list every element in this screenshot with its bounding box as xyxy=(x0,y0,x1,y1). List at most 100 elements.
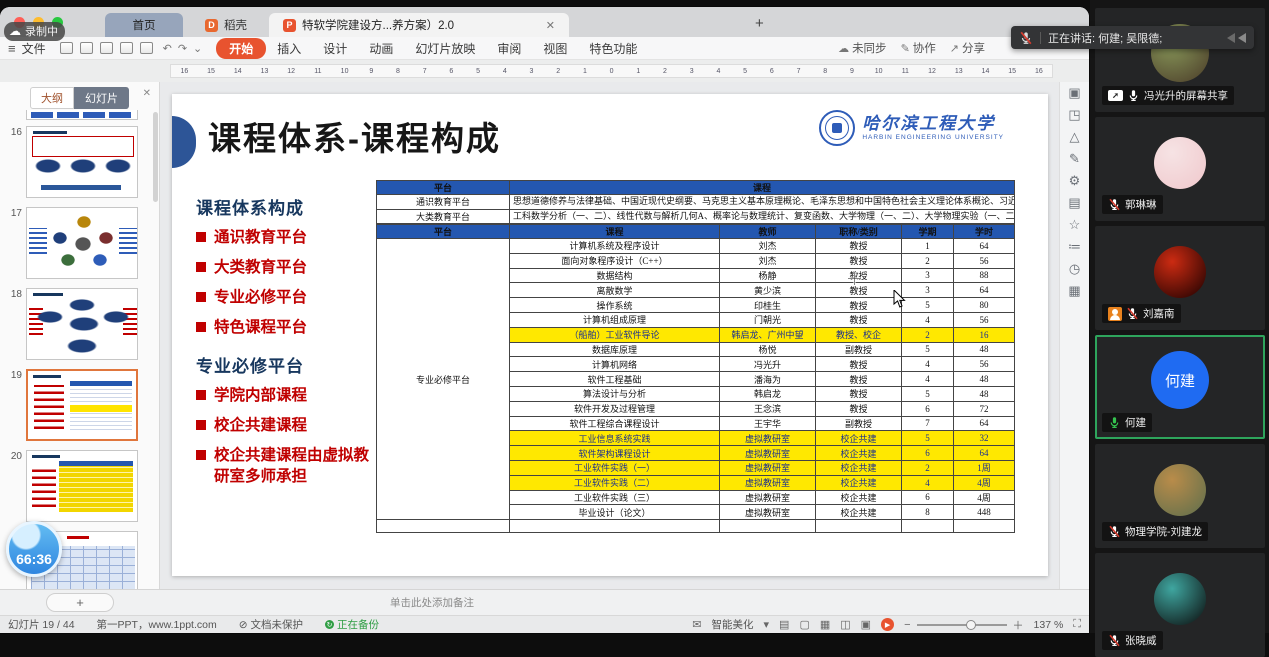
notes-placeholder[interactable]: 单击此处添加备注 xyxy=(390,595,474,610)
thumbnail-preview xyxy=(27,289,137,359)
slide-thumbnail-20[interactable] xyxy=(26,450,138,522)
slide-thumbnail-18[interactable] xyxy=(26,288,138,360)
zoom-out-icon[interactable]: − xyxy=(904,619,910,631)
term-cell: 7 xyxy=(902,416,954,431)
participant-tile-1[interactable]: ➚冯光升的屏幕共享 xyxy=(1095,8,1265,112)
settings-icon[interactable]: ⚙ xyxy=(1069,174,1081,187)
zoom-knob[interactable] xyxy=(966,620,976,630)
normal-view-icon[interactable]: ▢ xyxy=(799,618,809,631)
empty-cell xyxy=(902,520,954,533)
ribbon-tab-特色功能[interactable]: 特色功能 xyxy=(578,38,648,59)
ribbon-tab-审阅[interactable]: 审阅 xyxy=(486,38,532,59)
shapes-icon[interactable]: ◳ xyxy=(1068,108,1080,121)
ribbon-tab-幻灯片放映[interactable]: 幻灯片放映 xyxy=(404,38,486,59)
file-menu[interactable]: 文件 xyxy=(22,40,46,57)
triangle-icon[interactable]: △ xyxy=(1070,130,1080,143)
slide-canvas[interactable]: 课程体系-课程构成 哈尔滨工程大学 HARBIN ENGINEERING UNI… xyxy=(172,94,1048,576)
participant-tile-4[interactable]: 何建何建 xyxy=(1095,335,1265,439)
ribbon-tab-动画[interactable]: 动画 xyxy=(358,38,404,59)
slideshow-play-button[interactable]: ▶ xyxy=(881,618,894,631)
slide-number: 17 xyxy=(4,207,22,219)
handout-view-icon[interactable]: ▣ xyxy=(861,618,871,631)
add-slide-button[interactable]: + xyxy=(46,593,114,612)
teacher-cell: 刘杰 xyxy=(720,239,816,254)
effects-icon[interactable]: ☆ xyxy=(1069,218,1081,231)
slide-thumbnail-cut[interactable] xyxy=(26,110,138,120)
slide-editor[interactable]: 课程体系-课程构成 哈尔滨工程大学 HARBIN ENGINEERING UNI… xyxy=(160,82,1059,589)
cloud-icon: ☁ xyxy=(9,24,21,38)
window-tab-home[interactable]: 首页 xyxy=(105,13,183,37)
edit-icon[interactable]: ✎ xyxy=(1069,152,1080,165)
term-cell: 6 xyxy=(902,446,954,461)
preview-icon[interactable] xyxy=(140,42,153,54)
participant-tile-6[interactable]: 张晓威 xyxy=(1095,553,1265,657)
ribbon-tab-设计[interactable]: 设计 xyxy=(312,38,358,59)
university-seal-icon xyxy=(819,110,855,146)
window-tab-doc[interactable]: P特软学院建设方...养方案）2.0✕ xyxy=(269,13,569,37)
sorter-view-icon[interactable]: ▦ xyxy=(820,618,830,631)
layers-icon[interactable]: ▤ xyxy=(1068,196,1080,209)
ribbon-tab-视图[interactable]: 视图 xyxy=(532,38,578,59)
course-cell: 面向对象程序设计（C++） xyxy=(510,253,720,268)
participant-tile-5[interactable]: 物理学院-刘建龙 xyxy=(1095,444,1265,548)
hours-cell: 56 xyxy=(954,357,1015,372)
window-tab-docer[interactable]: D稻壳 xyxy=(191,13,261,37)
beautify-dropdown-icon[interactable]: ▾ xyxy=(764,618,770,631)
title-cell: 教授 xyxy=(816,401,902,416)
tab-outline[interactable]: 大纲 xyxy=(30,87,74,109)
menu-协作[interactable]: ✎协作 xyxy=(901,40,936,56)
menu-分享[interactable]: ↗分享 xyxy=(950,40,985,56)
print-icon[interactable] xyxy=(120,42,133,54)
avatar xyxy=(1154,464,1206,516)
hours-cell: 32 xyxy=(954,431,1015,446)
new-tab-button[interactable]: + xyxy=(755,15,764,32)
thumbnail-row: 19 xyxy=(4,369,159,441)
reading-view-icon[interactable]: ◫ xyxy=(840,618,850,631)
more-icon[interactable]: ⌄ xyxy=(193,42,202,55)
platform-table: 平台课程通识教育平台思想道德修养与法律基础、中国近现代史纲要、马克思主义基本原理… xyxy=(376,180,1015,224)
new-slide-icon[interactable]: ▣ xyxy=(1068,86,1080,99)
presentation-timer[interactable]: 66:36 xyxy=(6,521,62,577)
participant-tile-2[interactable]: 郭琳琳 xyxy=(1095,117,1265,221)
menu-未同步[interactable]: ☁未同步 xyxy=(838,40,887,56)
smart-beautify-button[interactable]: 智能美化 xyxy=(712,617,754,632)
participant-name: 郭琳琳 xyxy=(1125,197,1157,212)
hamburger-icon[interactable]: ≡ xyxy=(8,41,16,56)
adjust-icon[interactable]: ≔ xyxy=(1068,240,1081,253)
image-icon[interactable]: ▦ xyxy=(1068,284,1080,297)
ruler-mark: 6 xyxy=(438,68,465,75)
toast-arrow-icon[interactable] xyxy=(1238,33,1246,43)
term-cell: 5 xyxy=(902,386,954,401)
title-cell: 教授 xyxy=(816,386,902,401)
wps-window: 首页 D稻壳 P特软学院建设方...养方案）2.0✕ + ≡ 文件 ↶ ↷ ⌄ 开始… xyxy=(0,7,1089,633)
hours-cell: 56 xyxy=(954,312,1015,327)
undo-icon[interactable]: ↶ xyxy=(163,42,172,55)
teacher-cell: 黄少滨 xyxy=(720,283,816,298)
tab-slides[interactable]: 幻灯片 xyxy=(74,87,129,109)
title-cell: 教授 xyxy=(816,372,902,387)
open-icon[interactable] xyxy=(60,42,73,54)
close-panel-icon[interactable]: ✕ xyxy=(143,88,151,99)
ribbon-tab-插入[interactable]: 插入 xyxy=(266,38,312,59)
protection-status[interactable]: 文档未保护 xyxy=(251,617,304,632)
slide-number: 20 xyxy=(4,450,22,462)
notes-view-icon[interactable]: ▤ xyxy=(779,618,789,631)
ruler-mark: 0 xyxy=(598,68,625,75)
fit-slide-icon[interactable]: ⛶ xyxy=(1073,618,1081,631)
toast-arrow-icon[interactable] xyxy=(1227,33,1235,43)
slide-thumbnail-19[interactable] xyxy=(26,369,138,441)
zoom-in-icon[interactable]: ＋ xyxy=(1013,617,1024,633)
thumbnail-scrollbar[interactable] xyxy=(153,112,158,202)
close-tab-icon[interactable]: ✕ xyxy=(546,19,555,32)
export-icon[interactable] xyxy=(100,42,113,54)
participant-tile-3[interactable]: 刘嘉南 xyxy=(1095,226,1265,330)
history-icon[interactable]: ◷ xyxy=(1069,262,1080,275)
ribbon-tab-开始[interactable]: 开始 xyxy=(216,38,266,59)
save-icon[interactable] xyxy=(80,42,93,54)
redo-icon[interactable]: ↷ xyxy=(178,42,187,55)
course-row: 专业必修平台计算机系统及程序设计刘杰教授164 xyxy=(377,239,1015,254)
slide-thumbnail-16[interactable] xyxy=(26,126,138,198)
course-cell: 计算机网络 xyxy=(510,357,720,372)
slide-thumbnail-17[interactable] xyxy=(26,207,138,279)
zoom-slider[interactable]: − ＋ xyxy=(904,617,1023,633)
